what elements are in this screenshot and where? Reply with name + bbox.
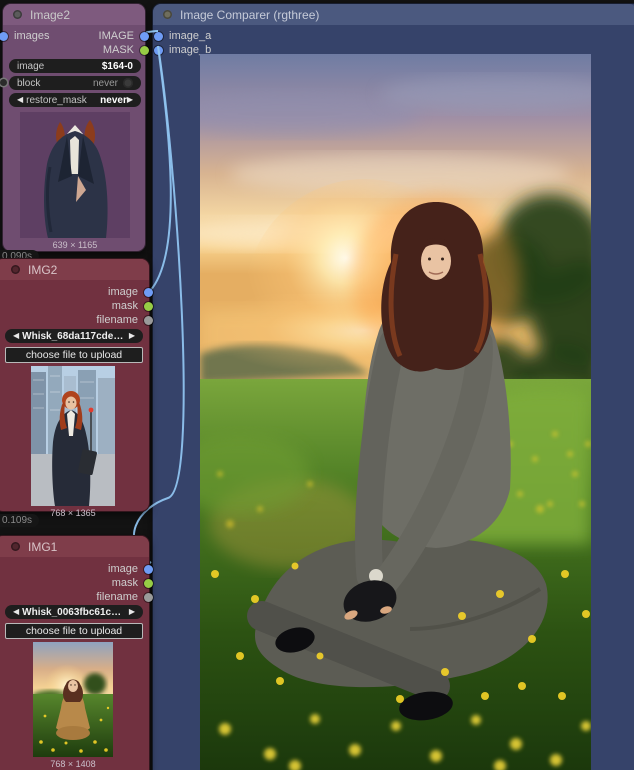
port-label: MASK xyxy=(102,44,134,56)
sunset-field-preview xyxy=(33,642,113,757)
port-label: mask xyxy=(111,300,138,312)
port-dot-IMAGE[interactable] xyxy=(140,31,149,41)
collapse-dot[interactable] xyxy=(11,265,20,274)
img2-upload-button[interactable]: choose file to upload xyxy=(5,347,143,363)
img1-caption: 768 × 1408 xyxy=(50,759,96,769)
output-image[interactable]: IMAGE xyxy=(99,29,149,43)
upload-button-label: choose file to upload xyxy=(25,625,123,637)
output-mask[interactable]: mask xyxy=(112,299,153,313)
image2-preview xyxy=(20,112,130,238)
output-mask[interactable]: mask xyxy=(112,576,153,590)
port-dot-filename[interactable] xyxy=(144,315,153,325)
node-graph-canvas[interactable]: Image Comparer (rgthree) image_a image_b xyxy=(0,0,634,770)
node-title: IMG2 xyxy=(28,262,58,277)
combo-right-arrow[interactable]: ▶ xyxy=(127,96,133,104)
node-image-comparer[interactable]: Image Comparer (rgthree) image_a image_b xyxy=(152,3,634,770)
port-label: image xyxy=(108,286,138,298)
image2-caption: 639 × 1165 xyxy=(52,240,98,250)
img1-file-combo[interactable]: ◀ Whisk_0063fbc61c3f4e4 ... ▶ xyxy=(5,605,143,619)
widget-image[interactable]: image $164-0 xyxy=(9,59,141,73)
port-dot-mask[interactable] xyxy=(144,301,153,311)
port-dot-image[interactable] xyxy=(144,564,153,574)
port-dot-image-a[interactable] xyxy=(154,31,163,41)
widget-block[interactable]: block never xyxy=(9,76,141,90)
port-dot-image[interactable] xyxy=(144,287,153,297)
port-label: filename xyxy=(96,591,138,603)
block-toggle[interactable] xyxy=(123,78,133,88)
sunset-portrait-photo xyxy=(200,54,591,770)
collapse-dot[interactable] xyxy=(163,10,172,19)
widget-value: never xyxy=(100,94,127,106)
image-comparer-header[interactable]: Image Comparer (rgthree) xyxy=(153,4,634,25)
port-dot-images[interactable] xyxy=(0,31,8,41)
block-input-socket[interactable] xyxy=(0,79,7,86)
node-img1[interactable]: IMG1 image mask filename ◀ Whisk_0063fbc… xyxy=(0,535,153,770)
comparer-image[interactable] xyxy=(200,54,591,770)
output-filename[interactable]: filename xyxy=(96,590,153,604)
node-img2[interactable]: IMG2 image mask filename ◀ Whisk_68da117… xyxy=(0,258,153,518)
node-title: IMG1 xyxy=(28,539,58,554)
collapse-dot[interactable] xyxy=(11,542,20,551)
widget-value: never xyxy=(92,77,118,89)
city-woman-preview xyxy=(31,366,115,506)
image2-header[interactable]: Image2 xyxy=(3,4,145,25)
port-label: IMAGE xyxy=(98,30,134,42)
img2-preview xyxy=(31,366,115,506)
output-filename[interactable]: filename xyxy=(96,313,153,327)
node-title: Image2 xyxy=(30,7,71,22)
port-label: image_a xyxy=(169,30,212,42)
img2-caption: 768 × 1365 xyxy=(50,508,96,518)
headless-suit-preview xyxy=(20,112,130,238)
port-dot-MASK[interactable] xyxy=(140,45,149,55)
img2-file-combo[interactable]: ◀ Whisk_68da117cdecda0... ▶ xyxy=(5,329,143,343)
widget-value: $164-0 xyxy=(101,60,133,72)
img1-preview xyxy=(33,642,113,757)
widget-label: restore_mask xyxy=(26,94,87,106)
port-label: filename xyxy=(96,314,138,326)
output-image[interactable]: image xyxy=(108,285,153,299)
combo-right-arrow[interactable]: ▶ xyxy=(129,608,135,616)
combo-value: Whisk_0063fbc61c3f4e4 ... xyxy=(22,606,129,618)
output-mask[interactable]: MASK xyxy=(103,43,149,57)
input-image-a[interactable]: image_a xyxy=(154,29,211,43)
port-label: image xyxy=(108,563,138,575)
upload-button-label: choose file to upload xyxy=(25,349,123,361)
output-image[interactable]: image xyxy=(108,562,153,576)
port-dot-mask[interactable] xyxy=(144,578,153,588)
img1-header[interactable]: IMG1 xyxy=(0,536,149,557)
widget-label: image xyxy=(17,60,45,72)
input-images[interactable]: images xyxy=(0,29,49,43)
port-label: mask xyxy=(111,577,138,589)
img2-exec-time: 0.109s xyxy=(0,514,40,527)
widget-restore-mask[interactable]: ◀ restore_mask never ▶ xyxy=(9,93,141,107)
combo-right-arrow[interactable]: ▶ xyxy=(129,332,135,340)
exec-time-text: 0.109s xyxy=(2,515,33,526)
port-label: images xyxy=(14,30,50,42)
node-image2[interactable]: Image2 images IMAGE MASK image $164-0 bl… xyxy=(0,3,149,252)
collapse-dot[interactable] xyxy=(13,10,22,19)
port-dot-filename[interactable] xyxy=(144,592,153,602)
node-title: Image Comparer (rgthree) xyxy=(180,7,320,22)
img1-upload-button[interactable]: choose file to upload xyxy=(5,623,143,639)
port-dot-image-b[interactable] xyxy=(154,45,163,55)
img2-header[interactable]: IMG2 xyxy=(0,259,149,280)
widget-label: block xyxy=(17,77,41,89)
combo-value: Whisk_68da117cdecda0... xyxy=(22,330,129,342)
